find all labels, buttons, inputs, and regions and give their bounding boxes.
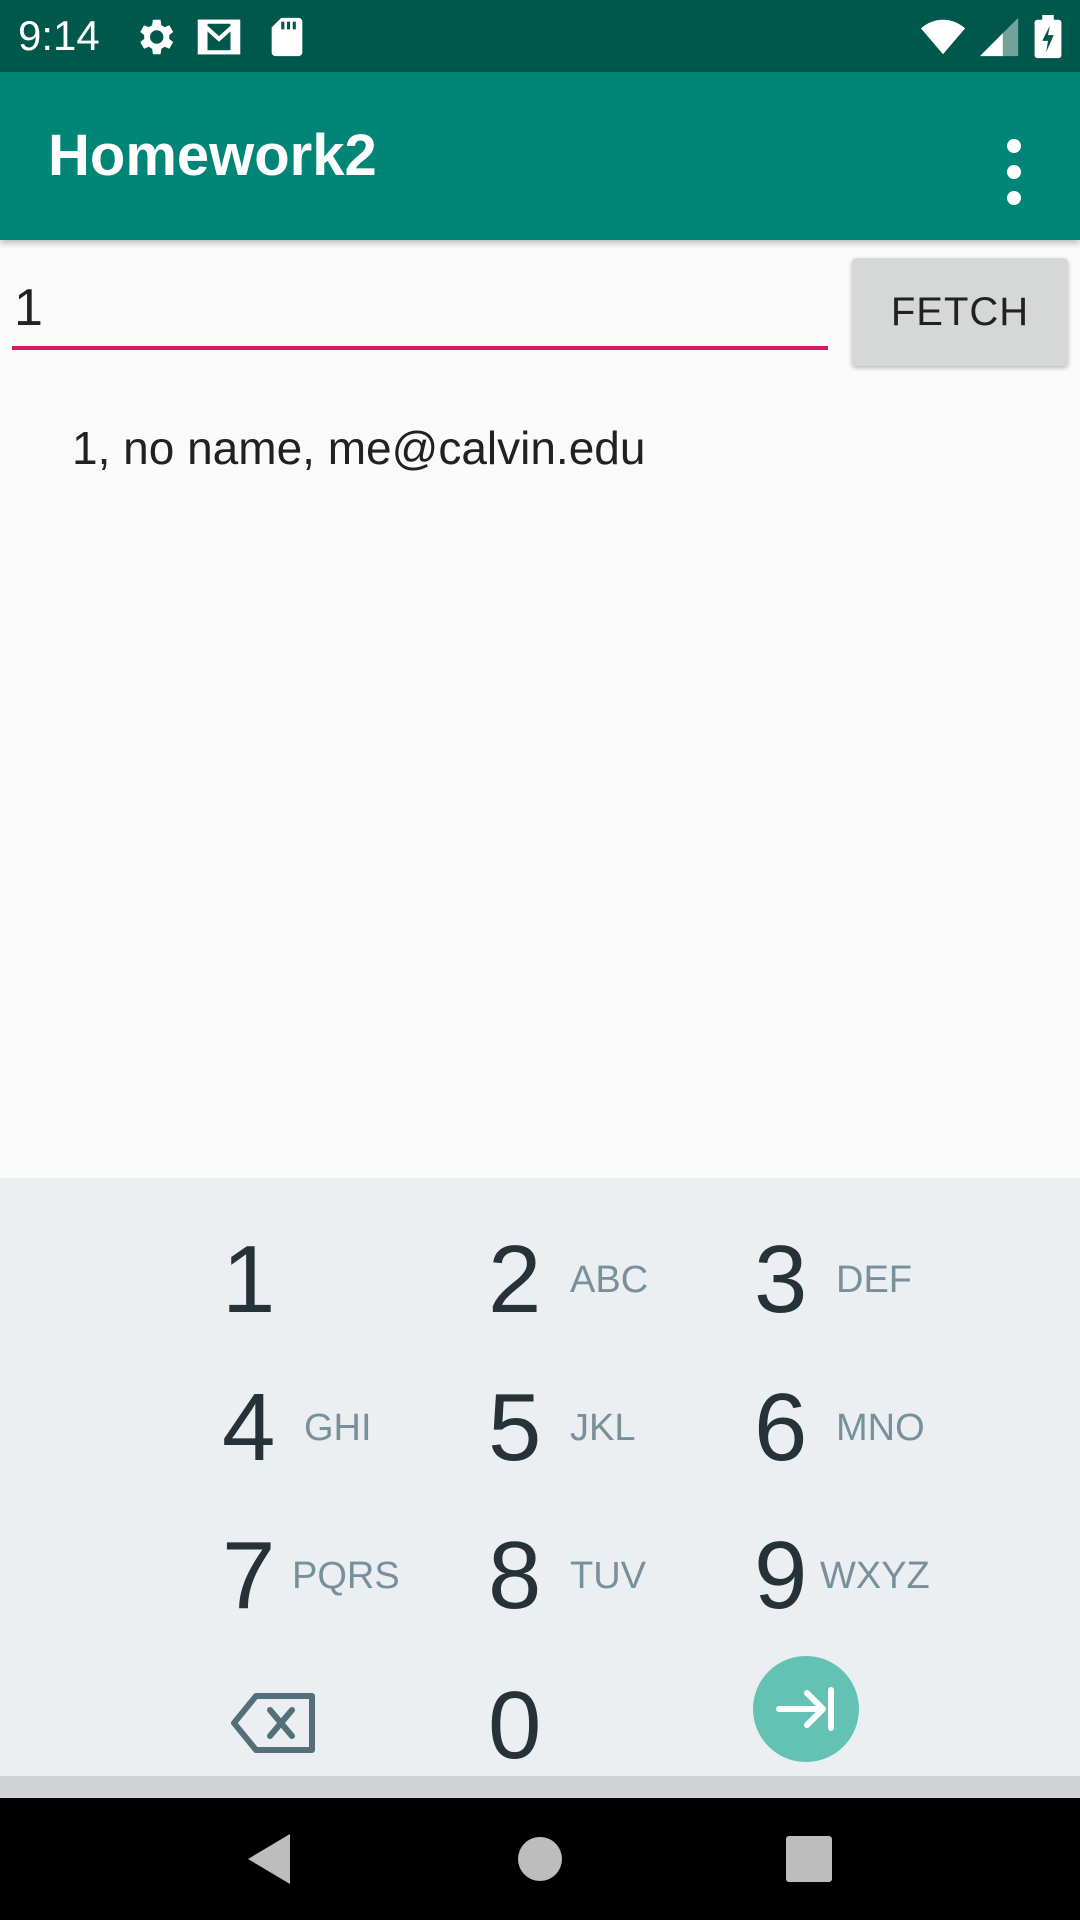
key-1[interactable]: 1: [222, 1210, 442, 1350]
key-digit: 4: [222, 1374, 276, 1481]
key-letters: JKL: [570, 1407, 636, 1449]
fetch-button[interactable]: FETCH: [852, 258, 1068, 366]
key-digit: 1: [222, 1226, 276, 1333]
key-3[interactable]: 3 DEF: [754, 1210, 974, 1350]
recents-icon[interactable]: [774, 1824, 844, 1894]
next-field-button[interactable]: [753, 1656, 859, 1762]
key-6[interactable]: 6 MNO: [754, 1358, 974, 1498]
gear-icon: [140, 19, 174, 55]
overflow-menu-icon[interactable]: [990, 124, 1038, 220]
battery-charging-icon: [1034, 14, 1062, 59]
key-letters: DEF: [836, 1259, 912, 1301]
key-5[interactable]: 5 JKL: [488, 1358, 708, 1498]
key-digit: 0: [488, 1672, 542, 1779]
signal-icon: [979, 17, 1019, 57]
backspace-icon[interactable]: [228, 1688, 318, 1758]
keypad-divider: [0, 1776, 1080, 1798]
key-letters: GHI: [304, 1407, 372, 1449]
back-icon[interactable]: [234, 1824, 304, 1894]
key-digit: 5: [488, 1374, 542, 1481]
key-digit: 2: [488, 1226, 542, 1333]
status-time: 9:14: [18, 12, 100, 59]
key-7[interactable]: 7 PQRS: [222, 1506, 442, 1646]
key-letters: PQRS: [292, 1555, 400, 1597]
key-digit: 9: [754, 1522, 808, 1629]
next-field-icon: [776, 1687, 834, 1731]
key-9[interactable]: 9 WXYZ: [754, 1506, 974, 1646]
id-input[interactable]: [12, 270, 828, 350]
key-letters: WXYZ: [820, 1555, 930, 1597]
result-text: 1, no name, me@calvin.edu: [72, 422, 646, 474]
key-digit: 7: [222, 1522, 276, 1629]
key-0[interactable]: 0: [488, 1656, 708, 1796]
sd-card-icon: [271, 17, 303, 57]
app-title: Homework2: [48, 123, 377, 188]
key-4[interactable]: 4 GHI: [222, 1358, 442, 1498]
key-digit: 8: [488, 1522, 542, 1629]
home-icon[interactable]: [505, 1824, 575, 1894]
status-bar: 9:14: [0, 0, 1080, 72]
wifi-icon: [920, 19, 966, 55]
gmail-icon: [197, 19, 241, 55]
app-bar: Homework2: [0, 72, 1080, 240]
key-letters: ABC: [570, 1259, 649, 1301]
key-2[interactable]: 2 ABC: [488, 1210, 708, 1350]
key-letters: MNO: [836, 1407, 925, 1449]
key-digit: 6: [754, 1374, 808, 1481]
key-letters: TUV: [570, 1555, 646, 1597]
key-digit: 3: [754, 1226, 808, 1333]
key-8[interactable]: 8 TUV: [488, 1506, 708, 1646]
navigation-bar: [0, 1798, 1080, 1920]
